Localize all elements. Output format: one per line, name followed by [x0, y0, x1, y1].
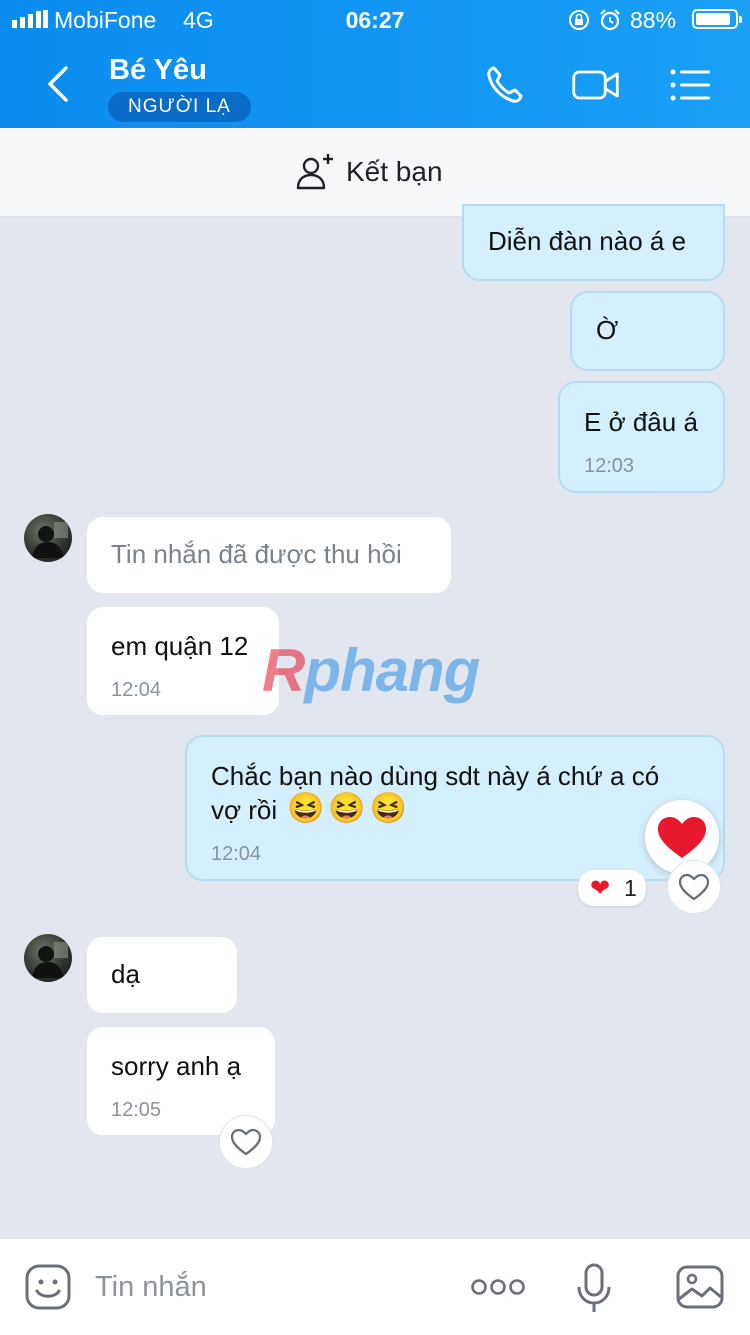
more-icon[interactable] — [470, 1273, 526, 1301]
message-time: 12:03 — [584, 455, 635, 477]
add-friend-icon — [296, 154, 333, 190]
phone-icon[interactable] — [481, 62, 531, 108]
laughing-emoji: 😆😆😆 — [287, 792, 412, 825]
avatar-photo-icon — [32, 522, 68, 558]
image-icon[interactable] — [676, 1265, 724, 1309]
message-time: 12:05 — [111, 1099, 162, 1121]
alarm-icon — [600, 9, 620, 31]
watermark-text: phang — [304, 637, 480, 704]
heart-outline-icon — [230, 1128, 262, 1156]
message-bubble-outgoing[interactable]: Diễn đàn nào á e — [462, 204, 725, 281]
reaction-summary[interactable]: ❤ 1 — [578, 870, 646, 906]
menu-icon[interactable] — [667, 62, 717, 108]
sticker-icon[interactable] — [24, 1263, 72, 1311]
watermark-logo: Rphang — [262, 636, 480, 705]
message-bubble-recalled[interactable]: Tin nhắn đã được thu hồi — [85, 515, 453, 595]
message-text: Tin nhắn đã được thu hồi — [111, 539, 402, 569]
message-text: dạ — [111, 959, 140, 989]
avatar-photo-icon — [32, 942, 68, 978]
message-bubble-incoming[interactable]: em quận 12 12:04 — [85, 605, 281, 717]
back-arrow-icon[interactable] — [40, 62, 80, 106]
message-bubble-outgoing[interactable]: Ờ — [570, 291, 725, 371]
avatar[interactable] — [24, 934, 72, 982]
rotation-lock-icon — [569, 10, 589, 30]
message-time: 12:04 — [211, 843, 262, 865]
heart-reaction-icon: ❤ — [590, 875, 611, 902]
watermark-letter: R — [262, 637, 305, 704]
message-text: sorry anh ạ — [111, 1051, 242, 1081]
message-text: E ở đâu á — [584, 407, 698, 437]
battery-icon — [692, 9, 742, 29]
microphone-icon[interactable] — [576, 1263, 612, 1315]
add-friend-label: Kết bạn — [346, 156, 443, 187]
composer-bar: Tin nhắn — [0, 1238, 750, 1335]
message-bubble-outgoing[interactable]: E ở đâu á 12:03 — [558, 381, 725, 493]
stranger-badge: NGƯỜI LẠ — [108, 92, 251, 122]
message-text: Diễn đàn nào á e — [488, 226, 687, 256]
message-text-line2: vợ rồi — [211, 795, 278, 825]
top-bar: MobiFone 4G 06:27 88% Bé Yêu NGƯỜI LẠ — [0, 0, 750, 128]
message-text: Ờ — [596, 315, 619, 345]
contact-name[interactable]: Bé Yêu — [109, 54, 207, 87]
message-text: em quận 12 — [111, 631, 249, 661]
message-bubble-outgoing[interactable]: Chắc bạn nào dùng sdt này á chứ a có vợ … — [185, 735, 725, 881]
message-time: 12:04 — [111, 679, 162, 701]
heart-outline-icon — [678, 873, 710, 901]
message-text-line1: Chắc bạn nào dùng sdt này á chứ a có — [211, 761, 660, 791]
react-button[interactable] — [219, 1115, 273, 1169]
message-bubble-incoming[interactable]: dạ — [85, 935, 239, 1015]
battery-percent: 88% — [630, 7, 677, 33]
message-input[interactable]: Tin nhắn — [95, 1271, 207, 1304]
status-bar: MobiFone 4G 06:27 88% — [0, 0, 750, 40]
video-call-icon[interactable] — [571, 62, 621, 108]
react-button[interactable] — [667, 860, 721, 914]
reaction-count: 1 — [624, 875, 637, 901]
avatar[interactable] — [24, 514, 72, 562]
